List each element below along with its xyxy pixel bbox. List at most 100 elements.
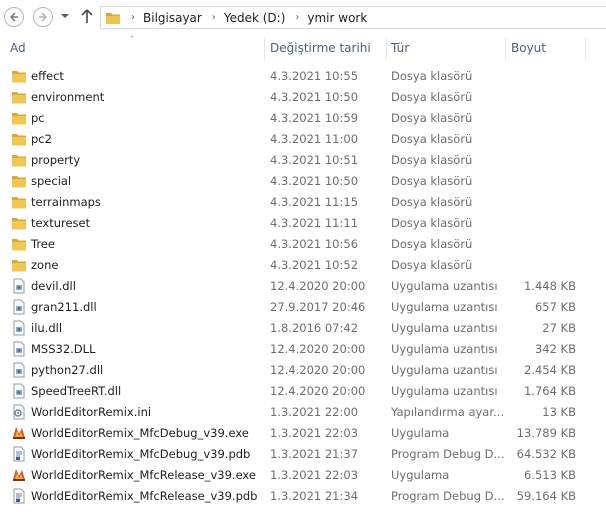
folder-icon — [106, 12, 120, 24]
file-size: 2.454 KB — [523, 363, 576, 377]
back-button[interactable] — [4, 7, 24, 27]
file-row-pc[interactable]: pc 4.3.2021 10:59 Dosya klasörü — [0, 108, 606, 129]
file-row-worldeditorremix-mfcdebug-v39-pdb[interactable]: WorldEditorRemix_MfcDebug_v39.pdb 1.3.202… — [0, 444, 606, 465]
file-name: Tree — [31, 237, 55, 251]
file-name: pc2 — [31, 132, 52, 146]
column-size[interactable]: Boyut — [511, 41, 546, 55]
folder-icon — [11, 236, 27, 252]
file-date: 4.3.2021 10:51 — [270, 153, 359, 167]
breadcrumb-yedek[interactable]: › Yedek (D:) — [202, 11, 286, 25]
column-divider[interactable] — [386, 38, 387, 60]
folder-icon — [11, 215, 27, 231]
folder-icon — [11, 68, 27, 84]
file-date: 1.3.2021 22:03 — [270, 468, 359, 482]
file-type: Program Debug D... — [391, 447, 505, 461]
file-type: Uygulama uzantısı — [391, 300, 498, 314]
column-type[interactable]: Tür — [391, 41, 409, 55]
file-date: 12.4.2020 20:00 — [270, 279, 366, 293]
file-name: WorldEditorRemix_MfcRelease_v39.exe — [31, 468, 256, 482]
file-row-python27-dll[interactable]: python27.dll 12.4.2020 20:00 Uygulama uzan… — [0, 360, 606, 381]
column-divider[interactable] — [585, 38, 586, 60]
file-row-devil-dll[interactable]: devil.dll 12.4.2020 20:00 Uygulama uzantıs… — [0, 276, 606, 297]
file-size: 6.513 KB — [523, 468, 576, 482]
file-row-worldeditorremix-mfcrelease-v39-pdb[interactable]: WorldEditorRemix_MfcRelease_v39.pdb 1.3.2… — [0, 486, 606, 507]
breadcrumb-ymir-work[interactable]: › ymir work — [285, 11, 367, 25]
pdb-icon — [11, 446, 27, 462]
breadcrumb-bilgisayar[interactable]: › Bilgisayar — [121, 11, 202, 25]
file-row-effect[interactable]: effect 4.3.2021 10:55 Dosya klasörü — [0, 66, 606, 87]
dll-icon — [11, 383, 27, 399]
file-name: gran211.dll — [31, 300, 97, 314]
file-name: effect — [31, 69, 64, 83]
file-size: 657 KB — [534, 300, 576, 314]
file-name: environment — [31, 90, 105, 104]
file-date: 1.3.2021 21:34 — [270, 489, 359, 503]
file-name: devil.dll — [31, 279, 76, 293]
folder-icon — [11, 257, 27, 273]
file-row-textureset[interactable]: textureset 4.3.2021 11:11 Dosya klasörü — [0, 213, 606, 234]
dll-icon — [11, 299, 27, 315]
exe-icon — [11, 425, 27, 441]
folder-icon — [11, 152, 27, 168]
sort-ascending-icon: ˄ — [130, 35, 134, 44]
file-row-ilu-dll[interactable]: ilu.dll 1.8.2016 07:42 Uygulama uzantısı 27… — [0, 318, 606, 339]
file-type: Dosya klasörü — [391, 237, 473, 251]
file-type: Dosya klasörü — [391, 258, 473, 272]
file-name: zone — [31, 258, 59, 272]
column-date[interactable]: Değiştirme tarihi — [270, 41, 371, 55]
file-row-mss32-dll[interactable]: MSS32.DLL 12.4.2020 20:00 Uygulama uzantıs… — [0, 339, 606, 360]
file-date: 12.4.2020 20:00 — [270, 384, 366, 398]
folder-icon — [11, 173, 27, 189]
column-divider[interactable] — [264, 38, 265, 60]
file-row-terrainmaps[interactable]: terrainmaps 4.3.2021 11:15 Dosya klasörü — [0, 192, 606, 213]
file-row-worldeditorremix-ini[interactable]: WorldEditorRemix.ini 1.3.2021 22:00 Yapıla… — [0, 402, 606, 423]
file-row-property[interactable]: property 4.3.2021 10:51 Dosya klasörü — [0, 150, 606, 171]
navigation-bar: › Bilgisayar › Yedek (D:) › ymir work — [0, 0, 606, 35]
file-name: SpeedTreeRT.dll — [31, 384, 122, 398]
chevron-right-icon: › — [131, 12, 135, 23]
up-arrow-icon[interactable] — [80, 8, 94, 24]
file-list: effect 4.3.2021 10:55 Dosya klasörü environ… — [0, 66, 606, 507]
file-name: textureset — [31, 216, 91, 230]
file-date: 27.9.2017 20:46 — [270, 300, 366, 314]
column-name[interactable]: Ad — [10, 41, 26, 55]
file-row-pc2[interactable]: pc2 4.3.2021 11:00 Dosya klasörü — [0, 129, 606, 150]
address-bar[interactable]: › Bilgisayar › Yedek (D:) › ymir work — [100, 6, 606, 29]
file-row-worldeditorremix-mfcdebug-v39-exe[interactable]: WorldEditorRemix_MfcDebug_v39.exe 1.3.202… — [0, 423, 606, 444]
file-date: 4.3.2021 10:55 — [270, 69, 359, 83]
folder-icon — [11, 89, 27, 105]
file-size: 342 KB — [534, 342, 576, 356]
file-row-special[interactable]: special 4.3.2021 10:50 Dosya klasörü — [0, 171, 606, 192]
file-row-tree[interactable]: Tree 4.3.2021 10:56 Dosya klasörü — [0, 234, 606, 255]
file-type: Dosya klasörü — [391, 132, 473, 146]
file-size: 1.764 KB — [523, 384, 576, 398]
dll-icon — [11, 278, 27, 294]
file-type: Dosya klasörü — [391, 195, 473, 209]
forward-button[interactable] — [33, 7, 53, 27]
file-size: 59.164 KB — [516, 489, 576, 503]
file-date: 4.3.2021 10:50 — [270, 90, 359, 104]
column-header: ˄ Ad Değiştirme tarihi Tür Boyut — [0, 35, 606, 60]
file-type: Program Debug D... — [391, 489, 505, 503]
folder-icon — [11, 131, 27, 147]
file-date: 4.3.2021 11:15 — [270, 195, 359, 209]
file-row-gran211-dll[interactable]: gran211.dll 27.9.2017 20:46 Uygulama uzant… — [0, 297, 606, 318]
file-name: WorldEditorRemix_MfcDebug_v39.pdb — [31, 447, 251, 461]
arrow-right-icon — [39, 12, 48, 22]
file-type: Dosya klasörü — [391, 69, 473, 83]
file-size: 13 KB — [542, 405, 576, 419]
file-type: Dosya klasörü — [391, 90, 473, 104]
file-type: Uygulama uzantısı — [391, 279, 498, 293]
file-type: Uygulama uzantısı — [391, 363, 498, 377]
file-row-zone[interactable]: zone 4.3.2021 10:52 Dosya klasörü — [0, 255, 606, 276]
file-name: WorldEditorRemix_MfcDebug_v39.exe — [31, 426, 249, 440]
file-date: 1.3.2021 21:37 — [270, 447, 359, 461]
file-row-worldeditorremix-mfcrelease-v39-exe[interactable]: WorldEditorRemix_MfcRelease_v39.exe 1.3.2… — [0, 465, 606, 486]
file-row-environment[interactable]: environment 4.3.2021 10:50 Dosya klasörü — [0, 87, 606, 108]
file-date: 4.3.2021 11:00 — [270, 132, 359, 146]
file-type: Uygulama uzantısı — [391, 321, 498, 335]
column-divider[interactable] — [505, 38, 506, 60]
recent-locations-dropdown[interactable] — [60, 11, 70, 21]
file-row-speedtreert-dll[interactable]: SpeedTreeRT.dll 12.4.2020 20:00 Uygulama u… — [0, 381, 606, 402]
folder-icon — [11, 110, 27, 126]
